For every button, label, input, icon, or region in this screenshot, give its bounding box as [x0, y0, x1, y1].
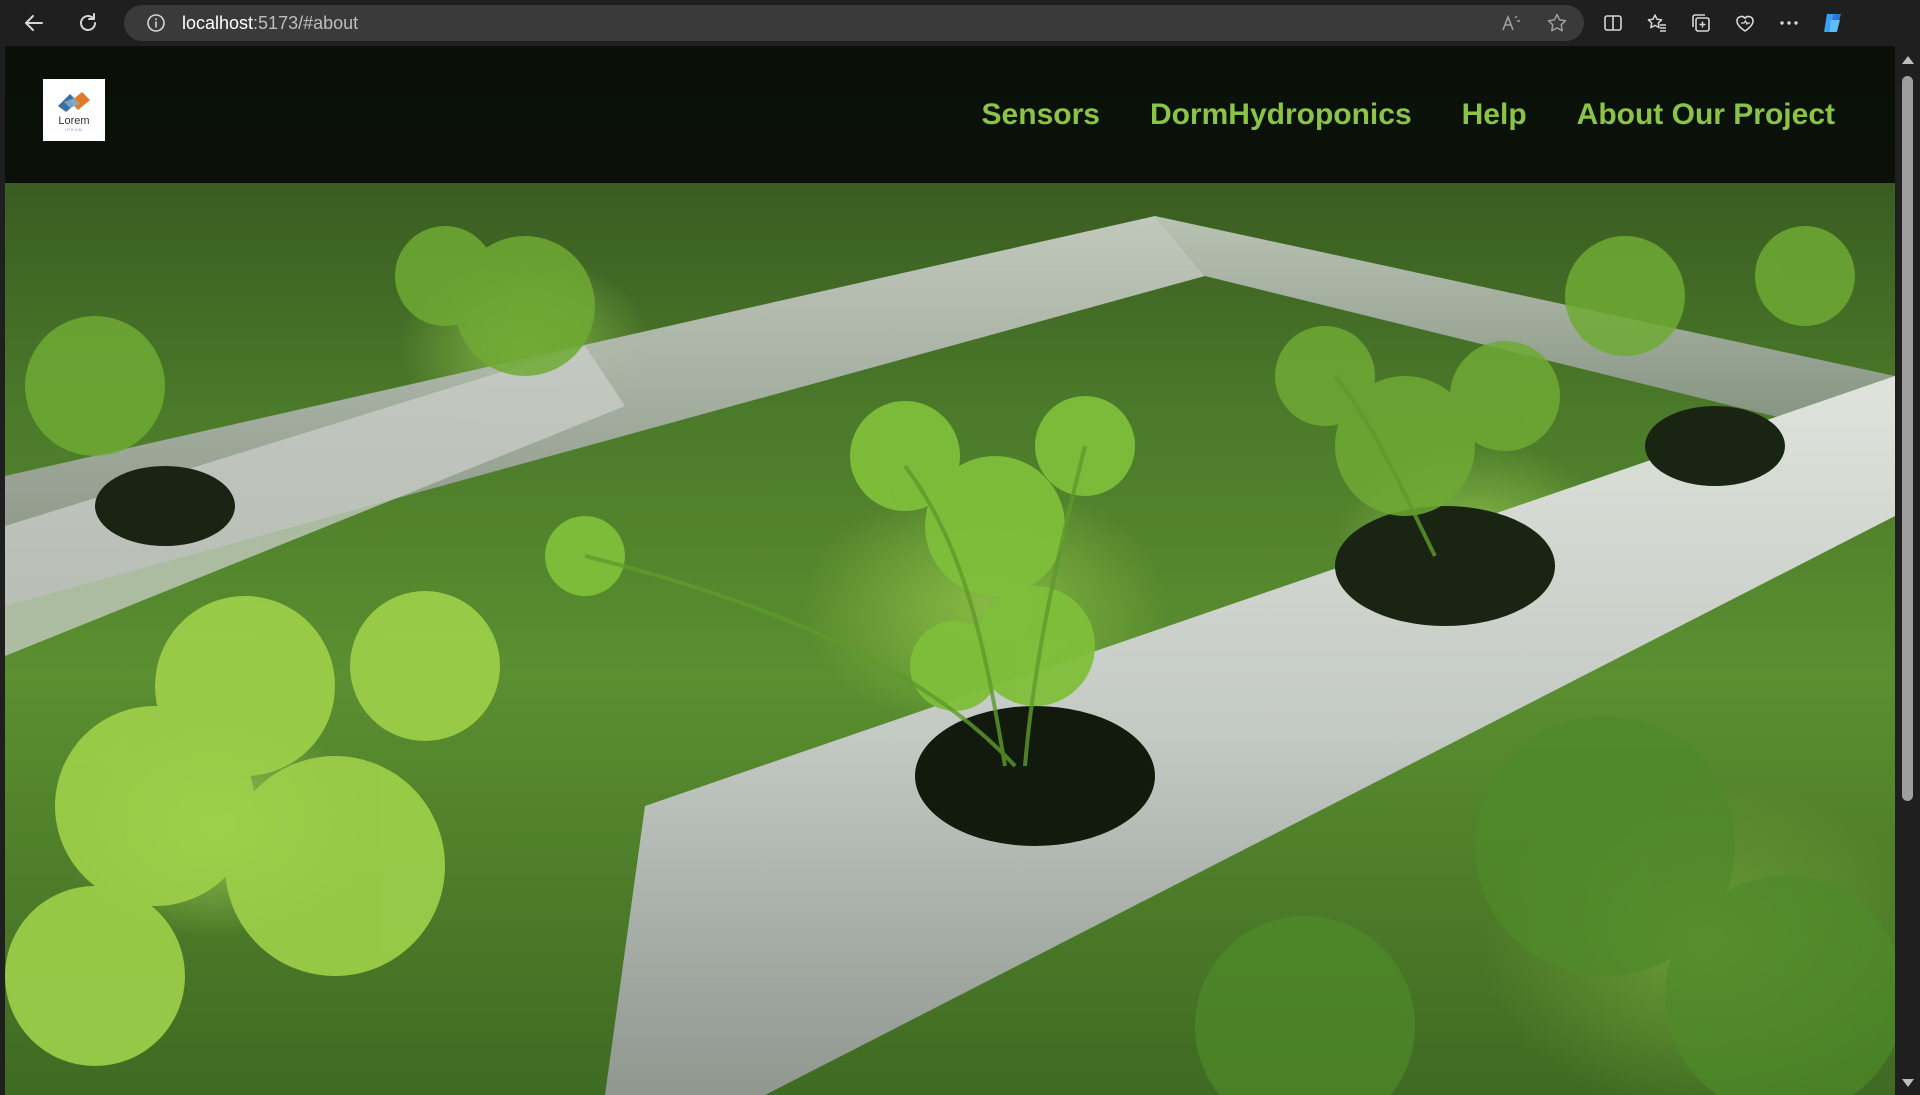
- favorites-icon[interactable]: [1644, 10, 1670, 36]
- scroll-down-icon[interactable]: [1902, 1079, 1914, 1087]
- logo-text: Lorem: [58, 115, 90, 127]
- logo-subtext: IPSUM: [65, 127, 83, 132]
- nav-sensors-link[interactable]: Sensors: [982, 98, 1100, 132]
- browser-essentials-icon[interactable]: [1732, 10, 1758, 36]
- scroll-up-icon[interactable]: [1902, 56, 1914, 64]
- logo-mark-icon: [58, 92, 90, 112]
- more-options-icon[interactable]: [1776, 10, 1802, 36]
- url-host: localhost: [182, 12, 254, 33]
- site-logo[interactable]: Lorem IPSUM: [43, 79, 105, 141]
- collections-icon[interactable]: [1688, 10, 1714, 36]
- browser-toolbar: localhost:5173/#about: [0, 0, 1920, 46]
- back-icon[interactable]: [16, 5, 52, 41]
- read-aloud-icon[interactable]: [1498, 10, 1524, 36]
- split-screen-icon[interactable]: [1600, 10, 1626, 36]
- favorite-star-icon[interactable]: [1544, 10, 1570, 36]
- page-scrollbar[interactable]: [1895, 46, 1920, 1095]
- nav-help-link[interactable]: Help: [1462, 98, 1527, 132]
- main-nav: Sensors DormHydroponics Help About Our P…: [982, 46, 1835, 183]
- url-path: :5173/#about: [253, 12, 359, 33]
- hydroponic-pipes-illustration: [5, 216, 1895, 1095]
- scrollbar-thumb[interactable]: [1902, 76, 1913, 801]
- site-info-icon[interactable]: [146, 13, 166, 33]
- site-header: Lorem IPSUM Sensors DormHydroponics Help…: [5, 46, 1895, 183]
- reload-icon[interactable]: [70, 5, 106, 41]
- page-viewport: Lorem IPSUM Sensors DormHydroponics Help…: [5, 46, 1895, 1095]
- nav-about-link[interactable]: About Our Project: [1577, 98, 1835, 132]
- copilot-icon[interactable]: [1820, 10, 1846, 36]
- nav-dormhydroponics-link[interactable]: DormHydroponics: [1150, 98, 1412, 132]
- address-bar[interactable]: localhost:5173/#about: [124, 5, 1584, 41]
- hero-image: [5, 46, 1895, 1095]
- url-text[interactable]: localhost:5173/#about: [182, 13, 358, 34]
